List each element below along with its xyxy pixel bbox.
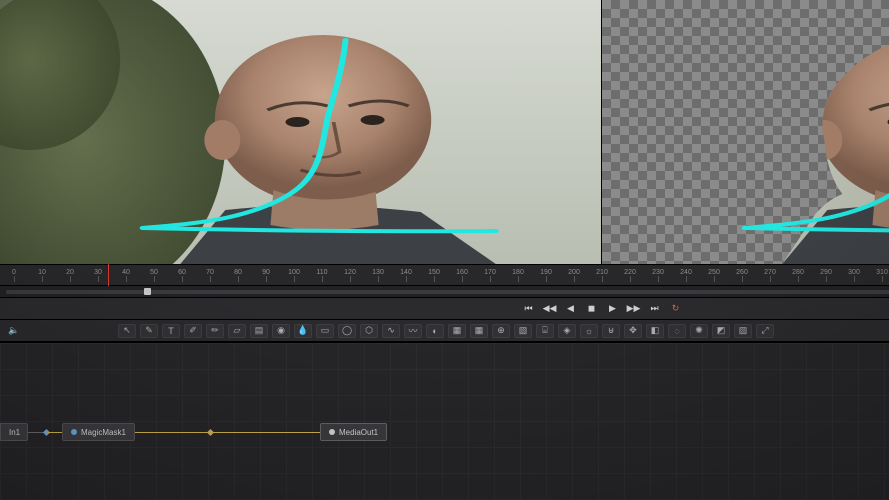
- mask-stroke-right: [602, 0, 889, 264]
- tool-paint-icon[interactable]: ▤: [250, 324, 268, 338]
- tick: 200: [560, 269, 588, 282]
- play-forward-button[interactable]: ▶: [605, 303, 621, 315]
- tool-color-icon[interactable]: ◧: [646, 324, 664, 338]
- tick: 120: [336, 269, 364, 282]
- tick: 90: [252, 269, 280, 282]
- node-input[interactable]: In1: [0, 423, 28, 441]
- node-label: In1: [9, 428, 20, 437]
- tick: 40: [112, 269, 140, 282]
- tick: 20: [56, 269, 84, 282]
- dual-viewer: 6144x3240xfloat32: [0, 0, 889, 264]
- tick: 100: [280, 269, 308, 282]
- tool-keyer-icon[interactable]: ◩: [712, 324, 730, 338]
- tool-ellipse-icon[interactable]: ◯: [338, 324, 356, 338]
- play-reverse-button[interactable]: ◀: [563, 303, 579, 315]
- tick: 280: [784, 269, 812, 282]
- tool-drop-icon[interactable]: 💧: [294, 324, 312, 338]
- tick: 210: [588, 269, 616, 282]
- tick: 80: [224, 269, 252, 282]
- node-mediaout[interactable]: MediaOut1: [320, 423, 387, 441]
- tick: 60: [168, 269, 196, 282]
- tick: 130: [364, 269, 392, 282]
- tool-matte-icon[interactable]: ▨: [734, 324, 752, 338]
- tool-rectangle-icon[interactable]: ▭: [316, 324, 334, 338]
- tool-bezier-icon[interactable]: 〰: [404, 324, 422, 338]
- tick: 290: [812, 269, 840, 282]
- tick: 170: [476, 269, 504, 282]
- step-back-button[interactable]: ◀◀: [542, 303, 558, 315]
- scrub-bar: 415.0: [0, 286, 889, 298]
- transport-controls: ⏮ ◀◀ ◀ ◼ ▶ ▶▶ ⏭ ↻: [0, 298, 889, 320]
- node-port-icon: [329, 429, 335, 435]
- tool-pencil-icon[interactable]: ✏: [206, 324, 224, 338]
- tick: 150: [420, 269, 448, 282]
- node-label: MagicMask1: [81, 428, 126, 437]
- tick: 110: [308, 269, 336, 282]
- tick: 190: [532, 269, 560, 282]
- step-forward-button[interactable]: ▶▶: [626, 303, 642, 315]
- tool-polyline-icon[interactable]: ⬡: [360, 324, 378, 338]
- tool-light-icon[interactable]: ☼: [580, 324, 598, 338]
- go-last-button[interactable]: ⏭: [647, 303, 663, 315]
- tool-glow-icon[interactable]: ✺: [690, 324, 708, 338]
- tool-eyedrop-icon[interactable]: ✐: [184, 324, 202, 338]
- stop-button[interactable]: ◼: [584, 303, 600, 315]
- tick: 310: [868, 269, 889, 282]
- tick: 70: [196, 269, 224, 282]
- tick: 160: [448, 269, 476, 282]
- mask-stroke-left: [0, 0, 601, 264]
- tool-xf-icon[interactable]: ✥: [624, 324, 642, 338]
- tick: 180: [504, 269, 532, 282]
- tool-blur-icon[interactable]: ◌: [668, 324, 686, 338]
- tick: 0: [0, 269, 28, 282]
- tick: 10: [28, 269, 56, 282]
- audio-icon[interactable]: 🔈: [0, 325, 28, 336]
- tool-resize-icon[interactable]: ⤢: [756, 324, 774, 338]
- tool-pointer-icon[interactable]: ↖: [118, 324, 136, 338]
- tool-bspline-icon[interactable]: ∿: [382, 324, 400, 338]
- scrub-track[interactable]: [6, 290, 889, 294]
- tick: 270: [756, 269, 784, 282]
- tool-brush-icon[interactable]: ✎: [140, 324, 158, 338]
- node-toolbar: 🔈 ↖ ✎ T ✐ ✏ ▱ ▤ ◉ 💧 ▭ ◯ ⬡ ∿ 〰 ◐ ▦ ▦ ⊕ ▧ ⌸ ◈ ☼ ⊎ ✥ ◧ ◌ ✺ ◩ ▨ ⤢: [0, 320, 889, 342]
- tick: 300: [840, 269, 868, 282]
- go-first-button[interactable]: ⏮: [521, 303, 537, 315]
- tool-planar-icon[interactable]: ▧: [514, 324, 532, 338]
- tick: 140: [392, 269, 420, 282]
- node-port-icon: [71, 429, 77, 435]
- tool-mask-icon[interactable]: ◐: [426, 324, 444, 338]
- tool-3d-icon[interactable]: ◈: [558, 324, 576, 338]
- tick: 220: [616, 269, 644, 282]
- loop-button[interactable]: ↻: [668, 303, 684, 315]
- node-label: MediaOut1: [339, 428, 378, 437]
- viewer-right[interactable]: 6144x3240xfloat32: [602, 0, 889, 264]
- viewer-left[interactable]: 6144x3240xfloat32: [0, 0, 602, 264]
- tool-stamp-icon[interactable]: ◉: [272, 324, 290, 338]
- node-link: [135, 432, 321, 433]
- tool-warp-icon[interactable]: ▦: [448, 324, 466, 338]
- node-magicmask[interactable]: MagicMask1: [62, 423, 135, 441]
- tick: 260: [728, 269, 756, 282]
- tool-eraser-icon[interactable]: ▱: [228, 324, 246, 338]
- tick: 250: [700, 269, 728, 282]
- node-graph[interactable]: In1 MagicMask1 MediaOut1: [0, 342, 889, 500]
- timeline-ruler[interactable]: 0102030405060708090100110120130140150160…: [0, 264, 889, 286]
- tool-tracker-icon[interactable]: ⊕: [492, 324, 510, 338]
- tick: 230: [644, 269, 672, 282]
- playhead[interactable]: [108, 264, 109, 286]
- tool-grid-icon[interactable]: ▦: [470, 324, 488, 338]
- tool-camera-icon[interactable]: ⌸: [536, 324, 554, 338]
- tool-merge-icon[interactable]: ⊎: [602, 324, 620, 338]
- tick: 240: [672, 269, 700, 282]
- tick: 50: [140, 269, 168, 282]
- tool-text-icon[interactable]: T: [162, 324, 180, 338]
- scrub-knob[interactable]: [144, 288, 151, 295]
